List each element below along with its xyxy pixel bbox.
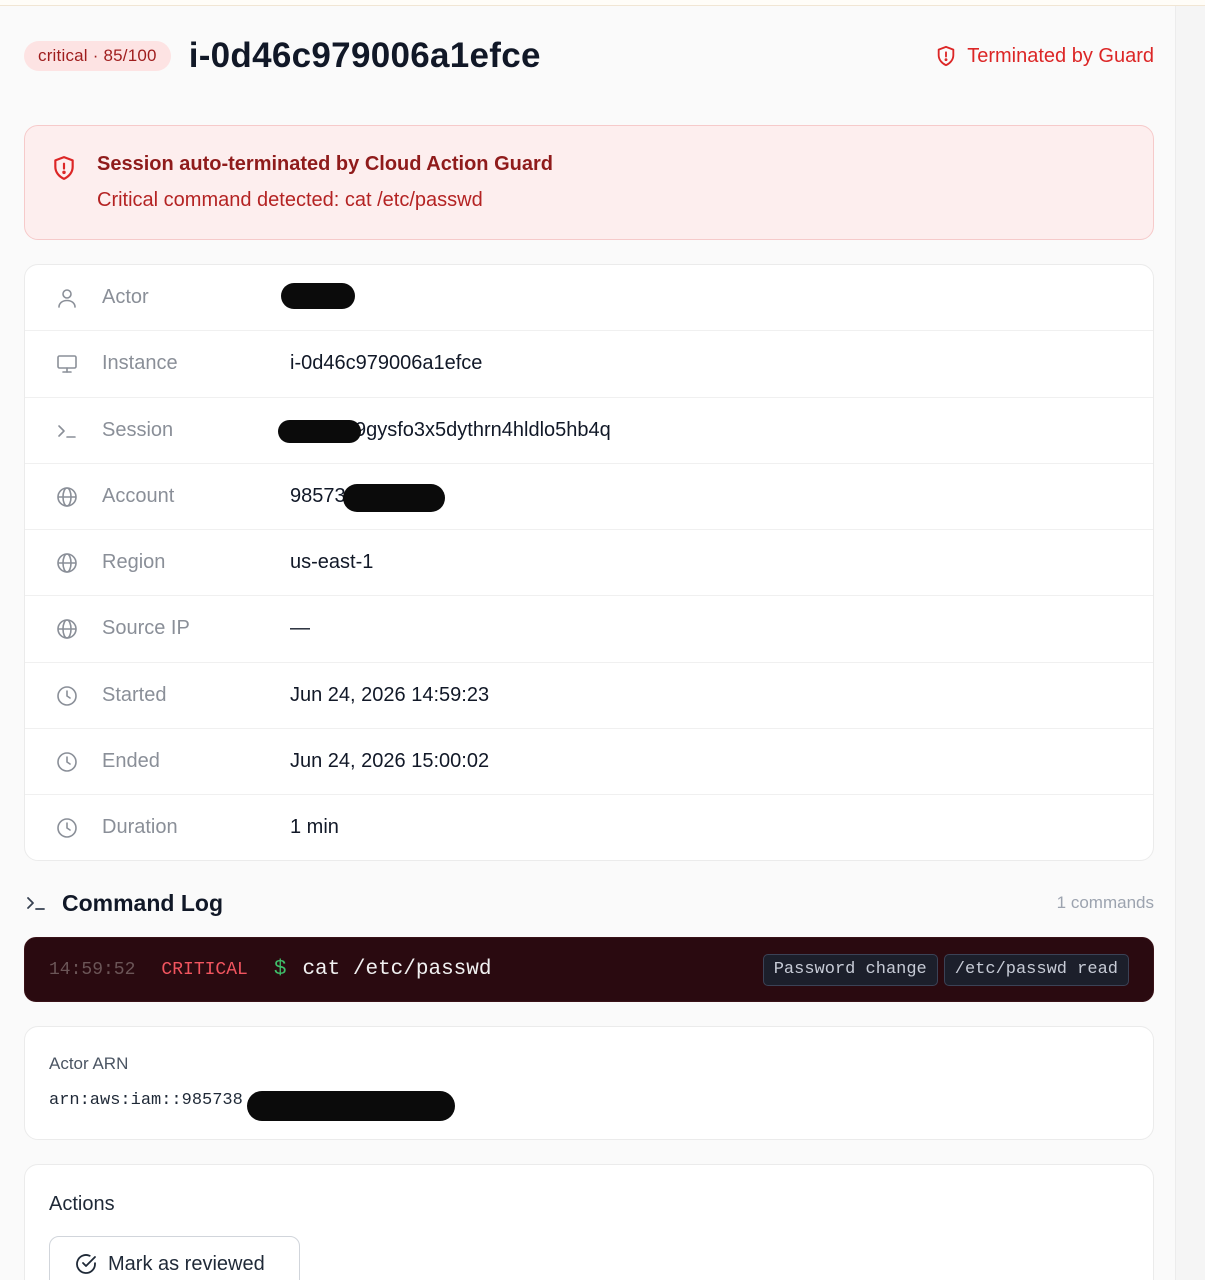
actions-title: Actions (49, 1193, 115, 1215)
terminal-icon (27, 897, 45, 910)
detail-label: Actor (102, 286, 149, 308)
shell-prompt: $ (273, 958, 287, 981)
detail-row-session: Session 9gysfo3x5dythrn4hldlo5hb4q (25, 398, 1153, 464)
monitor-icon (57, 355, 77, 374)
detail-label: Started (102, 683, 167, 706)
detail-row-account: Account 98573 (25, 464, 1153, 531)
globe-icon (57, 553, 77, 573)
detail-row-region: Region us-east-1 (25, 530, 1153, 597)
detail-value: Jun 24, 2026 14:59:23 (290, 683, 490, 706)
clock-icon (57, 685, 77, 706)
detail-value: us-east-1 (290, 551, 374, 574)
detail-row-instance: Instance i-0d46c979006a1efce (25, 331, 1153, 398)
alert-title: Session auto-terminated by Cloud Action … (97, 153, 553, 175)
redaction-mark (247, 1091, 455, 1121)
detail-value: Jun 24, 2026 15:00:02 (290, 750, 490, 773)
mark-reviewed-button[interactable]: Mark as reviewed (49, 1236, 300, 1280)
mark-reviewed-label: Mark as reviewed (108, 1252, 265, 1275)
top-border (0, 0, 1205, 6)
detail-label: Session (102, 418, 174, 441)
globe-icon (57, 487, 77, 507)
redaction-mark (281, 283, 355, 309)
alert-message: Critical command detected: cat /etc/pass… (97, 189, 483, 211)
termination-alert: Session auto-terminated by Cloud Action … (24, 125, 1154, 240)
detail-row-started: Started Jun 24, 2026 14:59:23 (25, 663, 1153, 730)
detail-value: i-0d46c979006a1efce (290, 352, 483, 375)
terminal-icon (58, 424, 76, 438)
detail-row-source-ip: Source IP — (25, 596, 1153, 663)
arn-value: arn:aws:iam::985738 (49, 1091, 243, 1110)
command-log-title: Command Log (62, 889, 223, 916)
shield-alert-icon (937, 45, 955, 67)
session-details-card: Actor Instance i-0d46c979006a1efce Sessi… (24, 264, 1154, 861)
detail-row-actor: Actor (25, 265, 1153, 332)
detail-value: 1 min (290, 816, 339, 839)
command-timestamp: 14:59:52 (49, 959, 136, 980)
scroll-rail (1175, 6, 1205, 1280)
detail-label: Source IP (102, 617, 190, 640)
clock-icon (57, 752, 77, 772)
check-circle-icon (76, 1254, 96, 1274)
command-tag: Password change (762, 953, 938, 986)
detail-label: Account (102, 484, 175, 507)
command-text: cat /etc/passwd (302, 958, 492, 981)
actor-arn-card: Actor ARN arn:aws:iam::985738 (24, 1026, 1154, 1140)
command-tags: Password change /etc/passwd read (762, 953, 1129, 986)
page-header: critical · 85/100 i-0d46c979006a1efce Te… (24, 28, 1154, 84)
detail-row-duration: Duration 1 min (25, 795, 1153, 860)
redaction-mark (278, 419, 361, 443)
terminated-status-label: Terminated by Guard (967, 44, 1154, 67)
command-count: 1 commands (1056, 893, 1154, 912)
detail-label: Duration (102, 816, 178, 839)
arn-label: Actor ARN (49, 1054, 129, 1073)
shield-alert-icon (54, 156, 74, 180)
command-log-header: Command Log 1 commands (24, 886, 1154, 920)
command-log-entry[interactable]: 14:59:52 CRITICAL $ cat /etc/passwd Pass… (24, 937, 1154, 1002)
detail-row-ended: Ended Jun 24, 2026 15:00:02 (25, 729, 1153, 796)
detail-label: Instance (102, 352, 178, 375)
page-title: i-0d46c979006a1efce (188, 36, 541, 75)
clock-icon (57, 818, 77, 839)
detail-value: 9gysfo3x5dythrn4hldlo5hb4q (355, 418, 611, 441)
actions-card: Actions Mark as reviewed (24, 1164, 1154, 1280)
detail-label: Ended (102, 750, 160, 773)
user-icon (58, 289, 76, 308)
detail-label: Region (102, 551, 166, 574)
globe-icon (57, 619, 77, 640)
redaction-mark (343, 483, 445, 512)
severity-badge: critical · 85/100 (24, 41, 171, 71)
detail-value: 98573 (290, 484, 346, 507)
command-severity: CRITICAL (161, 959, 248, 980)
detail-value: — (290, 617, 310, 640)
terminated-status: Terminated by Guard (935, 45, 1154, 68)
command-tag: /etc/passwd read (943, 953, 1129, 986)
